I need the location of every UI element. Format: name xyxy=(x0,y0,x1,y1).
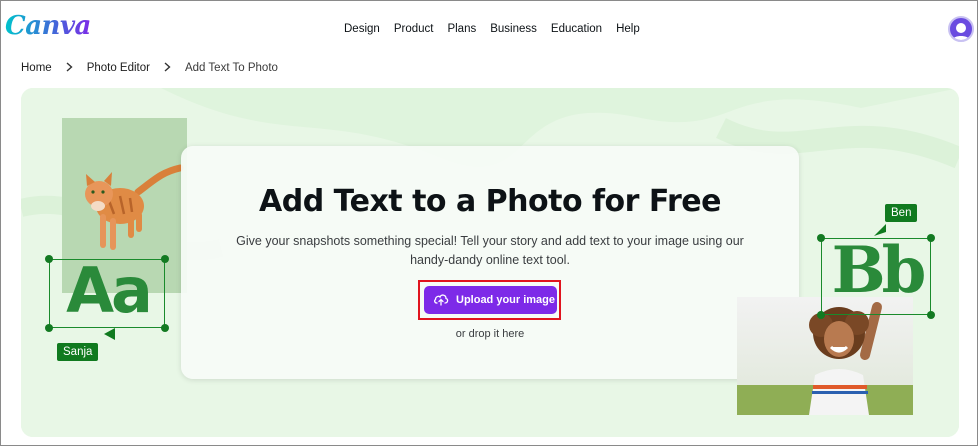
selection-handle xyxy=(45,324,53,332)
font-sample-glyphs: Bb xyxy=(831,233,927,308)
selection-handle xyxy=(817,311,825,319)
breadcrumb-home[interactable]: Home xyxy=(21,62,52,74)
nav-plans[interactable]: Plans xyxy=(447,23,476,35)
page-title: Add Text to a Photo for Free xyxy=(259,184,721,219)
font-sample-glyphs: Aa xyxy=(66,254,153,327)
selection-handle xyxy=(927,311,935,319)
selection-handle xyxy=(927,234,935,242)
nav-product[interactable]: Product xyxy=(394,23,434,35)
breadcrumb: Home Photo Editor Add Text To Photo xyxy=(21,61,278,75)
font-sample-aa: Aa xyxy=(45,254,169,332)
selection-handle xyxy=(161,255,169,263)
nav-business[interactable]: Business xyxy=(490,23,537,35)
breadcrumb-photo-editor[interactable]: Photo Editor xyxy=(87,62,150,74)
hero-section: Aa Sanja Add Text to a Photo for Free Gi… xyxy=(21,88,959,437)
user-avatar-icon[interactable] xyxy=(948,16,974,42)
upload-highlight-frame: Upload your image xyxy=(418,280,561,320)
upload-image-button[interactable]: Upload your image xyxy=(424,286,557,314)
drop-zone-hint: or drop it here xyxy=(455,328,525,340)
hero-card: Add Text to a Photo for Free Give your s… xyxy=(181,146,799,379)
font-sample-bb: Bb xyxy=(817,233,935,319)
selection-handle xyxy=(45,255,53,263)
cursor-pointer-icon xyxy=(874,224,886,236)
upload-cloud-icon xyxy=(433,292,449,309)
cursor-pointer-icon xyxy=(104,328,115,340)
hero-description: Give your snapshots something special! T… xyxy=(236,234,744,267)
chevron-right-icon xyxy=(164,61,171,75)
breadcrumb-current: Add Text To Photo xyxy=(184,62,278,74)
collaborator-tag-ben: Ben xyxy=(885,204,918,222)
nav-education[interactable]: Education xyxy=(551,23,602,35)
chevron-right-icon xyxy=(66,61,73,75)
upload-button-label: Upload your image xyxy=(456,294,556,306)
top-bar: Canva Design Product Plans Business Educ… xyxy=(1,1,977,59)
selection-handle xyxy=(817,234,825,242)
collaborator-tag-sanja: Sanja xyxy=(57,343,99,361)
nav-design[interactable]: Design xyxy=(344,23,380,35)
main-nav: Design Product Plans Business Education … xyxy=(344,23,654,35)
selection-handle xyxy=(161,324,169,332)
canva-logo[interactable]: Canva xyxy=(5,11,91,41)
nav-help[interactable]: Help xyxy=(616,23,640,35)
